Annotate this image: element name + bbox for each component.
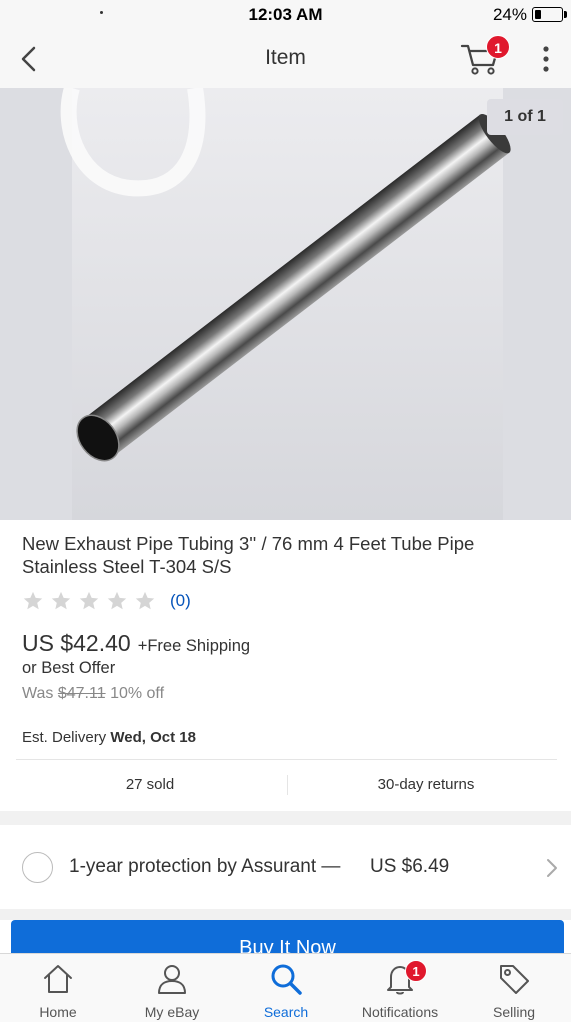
was-price-row: Was $47.11 10% off — [22, 685, 164, 703]
tab-label: My eBay — [144, 1004, 200, 1020]
section-separator — [0, 909, 571, 920]
star-icon — [79, 591, 99, 610]
battery-percent: 24% — [492, 5, 527, 24]
star-icon — [23, 591, 43, 610]
star-icon — [135, 591, 155, 610]
star-icon — [107, 591, 127, 610]
tab-label: Notifications — [361, 1004, 439, 1020]
status-bar: 12:03 AM 24% — [0, 0, 571, 30]
sold-count: 27 sold — [125, 776, 175, 793]
item-photo[interactable] — [0, 88, 571, 520]
person-icon — [158, 965, 186, 994]
photo-counter: 1 of 1 — [487, 99, 563, 135]
tab-selling[interactable]: Selling — [457, 954, 571, 1022]
shipping-info: +Free Shipping — [137, 637, 251, 655]
battery-icon — [532, 7, 563, 22]
item-title: New Exhaust Pipe Tubing 3'' / 76 mm 4 Fe… — [22, 533, 475, 577]
was-label: Was — [22, 685, 54, 702]
pipe-photo-image — [0, 88, 571, 520]
nav-bar: Item 1 — [0, 30, 571, 88]
more-vertical-icon — [543, 46, 549, 72]
bottom-tab-bar: Home My eBay Search 1 Notifications Sell… — [0, 953, 571, 1022]
tab-home[interactable]: Home — [1, 954, 115, 1022]
home-icon — [44, 965, 72, 993]
was-price: $47.11 — [57, 685, 106, 702]
star-icon — [51, 591, 71, 610]
star-rating[interactable]: (0) — [22, 590, 191, 612]
section-separator — [0, 811, 571, 825]
discount-text: 10% off — [110, 685, 165, 702]
status-time: 12:03 AM — [248, 5, 323, 24]
tab-search[interactable]: Search — [229, 954, 343, 1022]
tab-notifications[interactable]: 1 Notifications — [343, 954, 457, 1022]
divider — [16, 759, 557, 760]
protection-price: US $6.49 — [370, 856, 450, 877]
tab-label: Home — [39, 1004, 77, 1020]
protection-plan-option[interactable]: 1-year protection by Assurant — US $6.49 — [0, 825, 571, 909]
item-price: US $42.40 — [22, 630, 131, 656]
cart-count-badge: 1 — [486, 35, 510, 59]
chevron-right-icon — [547, 859, 557, 877]
rating-count-link[interactable]: (0) — [170, 591, 191, 611]
delivery-label: Est. Delivery — [22, 729, 107, 746]
price-row: US $42.40 +Free Shipping — [22, 630, 250, 657]
more-menu-button[interactable] — [538, 44, 554, 74]
search-icon — [271, 964, 302, 995]
delivery-date: Wed, Oct 18 — [110, 729, 196, 746]
tab-my-ebay[interactable]: My eBay — [115, 954, 229, 1022]
stat-separator — [287, 775, 288, 795]
returns-info[interactable]: 30-day returns — [330, 776, 522, 793]
tab-label: Search — [263, 1004, 309, 1020]
battery-nub — [564, 11, 567, 18]
best-offer-text: or Best Offer — [22, 659, 116, 677]
protection-radio[interactable] — [22, 852, 53, 883]
notification-badge: 1 — [405, 960, 427, 982]
delivery-estimate: Est. Delivery Wed, Oct 18 — [22, 729, 196, 746]
tag-icon — [500, 965, 529, 994]
tab-label: Selling — [492, 1004, 536, 1020]
protection-label: 1-year protection by Assurant — — [69, 856, 341, 877]
